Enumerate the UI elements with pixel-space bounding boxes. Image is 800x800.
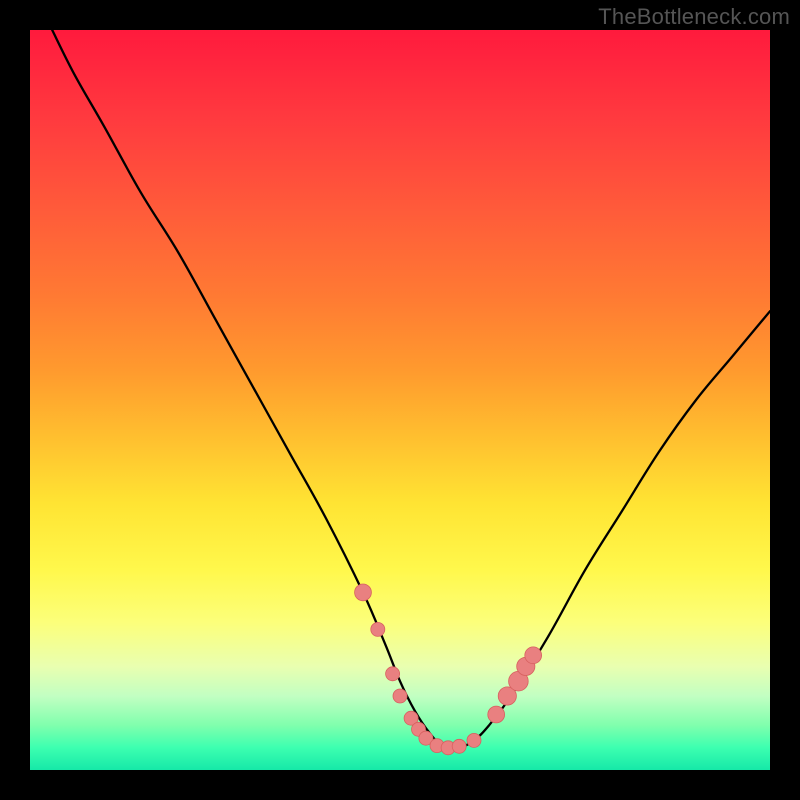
data-marker [452,739,466,753]
data-marker [488,706,505,723]
curve-markers [355,584,542,755]
curve-svg [30,30,770,770]
data-marker [525,647,542,664]
data-marker [355,584,372,601]
data-marker [393,689,407,703]
plot-area [30,30,770,770]
bottleneck-curve [52,30,770,749]
data-marker [467,733,481,747]
attribution-text: TheBottleneck.com [598,4,790,30]
data-marker [386,667,400,681]
data-marker [371,622,385,636]
chart-frame: TheBottleneck.com [0,0,800,800]
